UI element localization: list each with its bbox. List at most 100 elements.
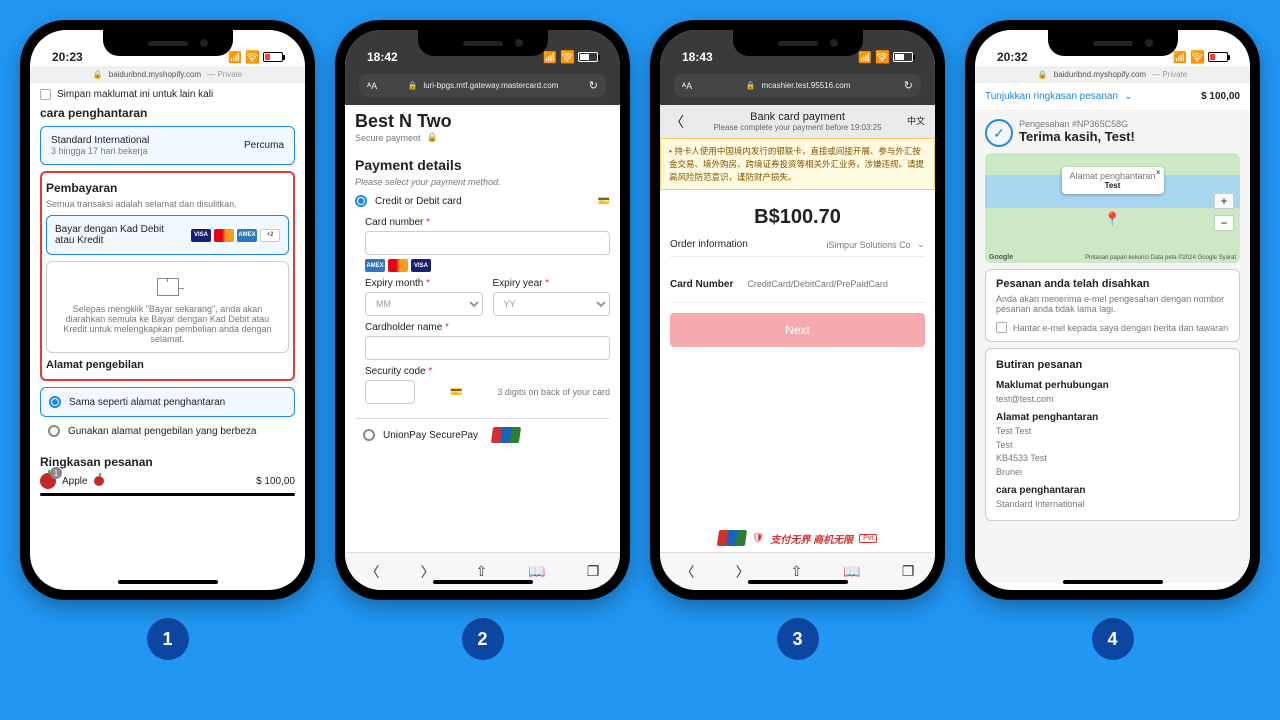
address-bar[interactable]: baiduribnd.myshopify.com — Private: [30, 66, 305, 83]
secure-payment-label: Secure payment🔒: [355, 132, 610, 143]
bookmarks-button[interactable]: 📖: [528, 563, 545, 580]
billing-heading: Alamat pengebilan: [46, 359, 289, 371]
home-indicator[interactable]: [748, 580, 848, 584]
confirmed-body: Anda akan menerima e-mel pengesahan deng…: [996, 294, 1229, 314]
ship-price: Percuma: [244, 140, 284, 151]
url-suffix: — Private: [207, 70, 242, 79]
clock: 20:23: [52, 50, 83, 64]
signal-icon: [543, 50, 557, 64]
cvv-hint: 3 digits on back of your card: [497, 387, 610, 397]
forward-button[interactable]: 〉: [421, 562, 435, 582]
expiry-month-select[interactable]: MM: [365, 292, 483, 316]
back-button[interactable]: 〈: [681, 562, 695, 582]
chevron-down-icon: ⌄: [1124, 91, 1132, 102]
reload-icon[interactable]: [904, 79, 913, 92]
addr-line: Test Test: [996, 425, 1229, 439]
step-badge-4: 4: [1092, 618, 1134, 660]
phone-4: 20:32 🛜 baiduribnd.myshopify.com — Priva…: [965, 20, 1260, 600]
ship-method-value: Standard International: [996, 498, 1229, 512]
step-badge-2: 2: [462, 618, 504, 660]
order-info-label: Order information: [670, 239, 748, 250]
cvv-input[interactable]: [365, 380, 415, 404]
home-indicator[interactable]: [1063, 580, 1163, 584]
billing-diff-label: Gunakan alamat pengebilan yang berbeza: [68, 426, 256, 437]
tabs-button[interactable]: ❐: [587, 563, 600, 580]
phone-2: 18:42 🛜 ᴬA luri-bpgs.mtf.gateway.masterc…: [335, 20, 630, 600]
map[interactable]: Alamat penghantaran Test × 📍 + − Google …: [985, 153, 1240, 263]
email-opt-checkbox[interactable]: [996, 322, 1007, 333]
signal-icon: [1173, 50, 1187, 64]
back-button[interactable]: 〈: [670, 112, 684, 132]
forward-button[interactable]: 〉: [736, 562, 750, 582]
language-toggle[interactable]: 中文: [907, 114, 925, 127]
secure-badge-icon: 🛡: [752, 533, 765, 544]
save-info-checkbox[interactable]: [40, 89, 51, 100]
card-number-input[interactable]: [747, 273, 925, 296]
brand-slogan: 支付无界 商机无限: [770, 531, 853, 546]
address-bar[interactable]: baiduribnd.myshopify.com — Private: [975, 66, 1250, 83]
redirect-text: Selepas mengklik "Bayar sekarang", anda …: [57, 304, 278, 344]
billing-diff-option[interactable]: Gunakan alamat pengebilan yang berbeza: [40, 423, 295, 445]
card-number-input[interactable]: [365, 231, 610, 255]
close-icon[interactable]: ×: [1156, 168, 1161, 177]
mastercard-icon: [214, 229, 234, 242]
exp-m-label: Expiry month: [365, 278, 423, 289]
tabs-button[interactable]: ❐: [902, 563, 915, 580]
unionpay-option[interactable]: UnionPay SecurePay: [355, 418, 610, 451]
radio-icon: [363, 429, 375, 441]
share-button[interactable]: ⇧: [476, 563, 488, 580]
zoom-in-button[interactable]: +: [1214, 193, 1234, 209]
url: baiduribnd.myshopify.com: [1054, 70, 1146, 79]
method2-label: UnionPay SecurePay: [383, 430, 478, 441]
product-thumb-inline: [94, 476, 104, 486]
holder-label: Cardholder name: [365, 322, 442, 333]
reload-icon[interactable]: [589, 79, 598, 92]
billing-same-option[interactable]: Sama seperti alamat penghantaran: [40, 387, 295, 417]
url: baiduribnd.myshopify.com: [109, 70, 201, 79]
radio-checked-icon: [355, 195, 367, 207]
pay-opt-label: Bayar dengan Kad Debit atau Kredit: [55, 224, 175, 246]
check-circle-icon: ✓: [985, 119, 1013, 147]
summary-heading: Ringkasan pesanan: [40, 455, 295, 469]
addr-line: Test: [996, 439, 1229, 453]
more-cards-badge: +2: [260, 229, 280, 242]
order-meta: Pengesahan #NP365C58G: [1019, 119, 1135, 129]
home-indicator[interactable]: [433, 580, 533, 584]
lock-icon: [407, 81, 417, 90]
next-button[interactable]: Next: [670, 313, 925, 347]
order-info-row[interactable]: Order information iSimpur Solutions Co⌄: [670, 239, 925, 250]
share-button[interactable]: ⇧: [791, 563, 803, 580]
browser-toolbar: 〈 〉 ⇧ 📖 ❐: [660, 552, 935, 590]
item-price: $ 100,00: [256, 476, 295, 487]
clock: 20:32: [997, 50, 1028, 64]
cardholder-input[interactable]: [365, 336, 610, 360]
phone-1: 20:23 🛜 baiduribnd.myshopify.com — Priva…: [20, 20, 315, 600]
step-badge-1: 1: [147, 618, 189, 660]
amex-icon: AMEX: [365, 259, 385, 272]
save-info-label: Simpan maklumat ini untuk lain kali: [57, 89, 213, 100]
credit-debit-option[interactable]: Credit or Debit card 💳: [355, 191, 610, 211]
signal-icon: [228, 50, 242, 64]
zoom-out-button[interactable]: −: [1214, 215, 1234, 231]
address-bar[interactable]: ᴬA luri-bpgs.mtf.gateway.mastercard.com: [359, 74, 606, 97]
visa-icon: VISA: [411, 259, 431, 272]
text-size-button[interactable]: ᴬA: [682, 81, 692, 91]
home-indicator[interactable]: [118, 580, 218, 584]
payment-option[interactable]: Bayar dengan Kad Debit atau Kredit VISA …: [46, 215, 289, 255]
order-details-card: Butiran pesanan Maklumat perhubungan tes…: [985, 348, 1240, 521]
lock-icon: [93, 70, 103, 79]
back-button[interactable]: 〈: [366, 562, 380, 582]
bookmarks-button[interactable]: 📖: [843, 563, 860, 580]
mastercard-icon: [388, 259, 408, 272]
address-bar[interactable]: ᴬA mcashier.test.95516.com: [674, 74, 921, 97]
shipping-option[interactable]: Standard International 3 hingga 17 hari …: [40, 126, 295, 165]
contact-title: Maklumat perhubungan: [996, 378, 1229, 393]
show-summary-toggle[interactable]: Tunjukkan ringkasan pesanan ⌄: [985, 91, 1132, 102]
text-size-button[interactable]: ᴬA: [367, 81, 377, 91]
page-title: Bank card payment: [690, 111, 905, 123]
card-icon: 💳: [598, 196, 610, 207]
cvv-card-icon: 💳: [450, 387, 462, 398]
exp-y-label: Expiry year: [493, 278, 543, 289]
expiry-year-select[interactable]: YY: [493, 292, 611, 316]
google-logo: Google: [989, 254, 1013, 261]
